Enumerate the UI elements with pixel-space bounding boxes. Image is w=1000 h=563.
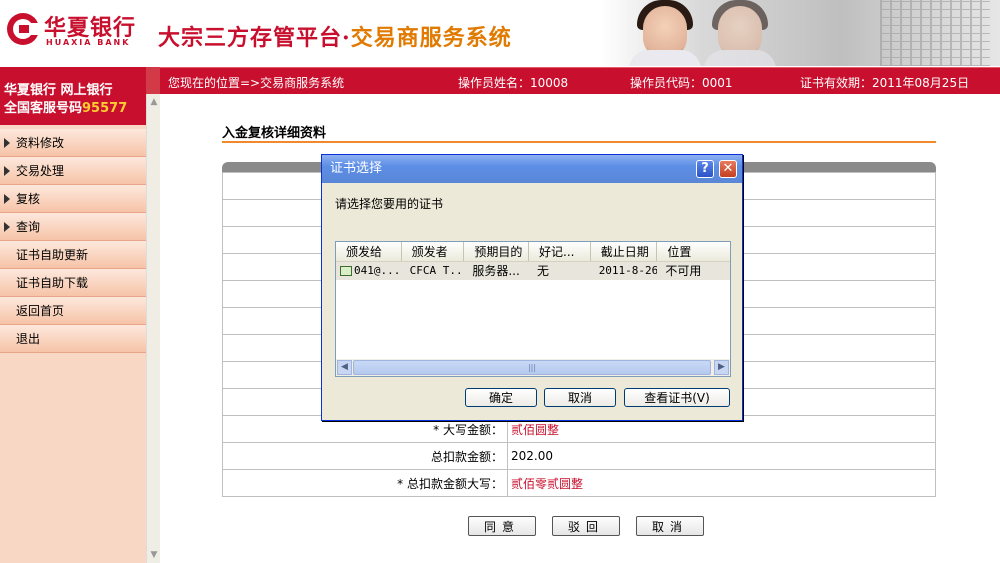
platform-title: 大宗三方存管平台·交易商服务系统: [158, 20, 512, 52]
agree-button[interactable]: 同意: [468, 516, 536, 536]
column-header-friendly-name[interactable]: 好记...: [529, 242, 591, 261]
promo-hotline-prefix: 全国客服号码: [4, 101, 83, 116]
promo-netbank: 华夏银行 网上银行: [4, 83, 113, 98]
table-row: * 总扣款金额大写： 贰佰零贰圆整: [222, 469, 936, 497]
total-deduction-words-label: * 总扣款金额大写：: [222, 469, 508, 497]
breadcrumb: 您现在的位置=>交易商服务系统: [168, 76, 345, 90]
dialog-prompt: 请选择您要用的证书: [335, 197, 444, 211]
sidebar-item-label: 复核: [16, 192, 41, 206]
table-row: 总扣款金额： 202.00: [222, 442, 936, 470]
sidebar-item-label: 返回首页: [16, 304, 65, 318]
help-icon[interactable]: ?: [696, 160, 714, 178]
operator-name: 操作员姓名：10008: [458, 76, 569, 90]
triangle-right-icon: [4, 165, 10, 176]
sidebar-item-transaction[interactable]: 交易处理: [0, 157, 146, 185]
sidebar: 华夏银行 网上银行 全国客服号码95577 资料修改 交易处理 复核 查询 证书…: [0, 67, 146, 563]
scroll-left-icon[interactable]: ◀: [337, 360, 352, 375]
sidebar-scrollbar[interactable]: ▲ ▼: [146, 94, 160, 563]
column-header-location[interactable]: 位置: [657, 242, 730, 261]
sidebar-item-label: 证书自助更新: [16, 248, 89, 262]
sidebar-item-cert-update[interactable]: 证书自助更新: [0, 241, 146, 269]
dialog-titlebar[interactable]: 证书选择 ? ✕: [322, 155, 742, 183]
scroll-right-icon[interactable]: ▶: [714, 360, 729, 375]
cert-issuer: CFCA T...: [409, 264, 465, 277]
sidebar-item-label: 退出: [16, 332, 41, 346]
column-header-issued-to[interactable]: 颁发给: [336, 242, 402, 261]
table-row[interactable]: 041@... CFCA T... 服务器... 无 2011-8-26 不可用: [336, 262, 730, 280]
location-bar: 您现在的位置=>交易商服务系统 操作员姓名：10008 操作员代码：0001 证…: [160, 67, 1000, 94]
service-agent-photo: [625, 0, 705, 66]
hotline-promo: 华夏银行 网上银行 全国客服号码95577: [0, 67, 146, 125]
certificate-icon: [340, 266, 352, 276]
cert-select-dialog: 证书选择 ? ✕ 请选择您要用的证书 颁发给 颁发者 预期目的 好记... 截止…: [321, 154, 743, 421]
scroll-up-icon[interactable]: ▲: [148, 96, 160, 108]
dialog-actions: 确定 取消 查看证书(V): [465, 388, 730, 407]
ok-button[interactable]: 确定: [465, 388, 537, 407]
cert-list[interactable]: 颁发给 颁发者 预期目的 好记... 截止日期 位置 041@... CFCA …: [335, 241, 731, 377]
app-header: 华夏银行 HUAXIA BANK 大宗三方存管平台·交易商服务系统: [0, 0, 1000, 66]
triangle-right-icon: [4, 137, 10, 148]
huaxia-logo-icon: [7, 13, 39, 45]
dialog-cancel-button[interactable]: 取消: [544, 388, 616, 407]
triangle-right-icon: [4, 221, 10, 232]
sidebar-item-review[interactable]: 复核: [0, 185, 146, 213]
total-deduction-label: 总扣款金额：: [222, 442, 508, 470]
cert-issued-to-text: 041@...: [354, 264, 401, 277]
cert-list-header: 颁发给 颁发者 预期目的 好记... 截止日期 位置: [336, 242, 730, 262]
view-cert-button[interactable]: 查看证书(V): [624, 388, 730, 407]
cert-location: 不可用: [665, 264, 702, 278]
promo-hotline-number: 95577: [82, 101, 128, 116]
sidebar-item-logout[interactable]: 退出: [0, 325, 146, 353]
total-deduction-words-value: 贰佰零贰圆整: [507, 469, 936, 497]
service-agent-photo-2: [700, 0, 780, 66]
sidebar-item-label: 证书自助下载: [16, 276, 89, 290]
scroll-down-icon[interactable]: ▼: [148, 549, 160, 561]
form-actions: 同意 驳回 取消: [468, 516, 704, 536]
header-banner-photo: [600, 0, 1000, 66]
navbar-left-strip: [146, 67, 160, 94]
sidebar-item-query[interactable]: 查询: [0, 213, 146, 241]
horizontal-scrollbar[interactable]: ◀ ||| ▶: [336, 359, 730, 376]
platform-title-dot: ·: [342, 25, 351, 51]
total-deduction-value: 202.00: [507, 442, 936, 470]
sidebar-item-cert-download[interactable]: 证书自助下载: [0, 269, 146, 297]
scroll-thumb[interactable]: |||: [353, 360, 711, 375]
dialog-title: 证书选择: [330, 161, 383, 176]
cert-expiry-date: 2011-8-26: [598, 264, 658, 277]
sidebar-item-profile-edit[interactable]: 资料修改: [0, 129, 146, 157]
bank-name-en: HUAXIA BANK: [46, 38, 131, 47]
column-header-issuer[interactable]: 颁发者: [402, 242, 465, 261]
operator-code: 操作员代码：0001: [630, 76, 733, 90]
title-divider: [222, 141, 936, 143]
cert-purpose: 服务器...: [472, 264, 520, 278]
platform-sub-title: 交易商服务系统: [350, 25, 512, 51]
promo-hotline: 全国客服号码95577: [4, 97, 127, 116]
close-icon[interactable]: ✕: [719, 160, 737, 178]
column-header-expiry[interactable]: 截止日期: [591, 242, 658, 261]
cert-friendly-name: 无: [537, 264, 550, 278]
column-header-purpose[interactable]: 预期目的: [464, 242, 530, 261]
sidebar-item-label: 资料修改: [16, 136, 65, 150]
cancel-button[interactable]: 取消: [636, 516, 704, 536]
cert-expiry: 证书有效期：2011年08月25日: [800, 76, 970, 90]
sidebar-menu: 资料修改 交易处理 复核 查询 证书自助更新 证书自助下载 返回首页 退出: [0, 129, 146, 353]
reject-button[interactable]: 驳回: [552, 516, 620, 536]
sidebar-item-home[interactable]: 返回首页: [0, 297, 146, 325]
platform-main-title: 大宗三方存管平台: [158, 25, 343, 51]
page-title: 入金复核详细资料: [222, 126, 327, 141]
cert-issued-to: 041@...: [336, 262, 402, 280]
city-building-graphic: [880, 0, 990, 66]
triangle-right-icon: [4, 193, 10, 204]
sidebar-item-label: 交易处理: [16, 164, 65, 178]
sidebar-item-label: 查询: [16, 220, 41, 234]
